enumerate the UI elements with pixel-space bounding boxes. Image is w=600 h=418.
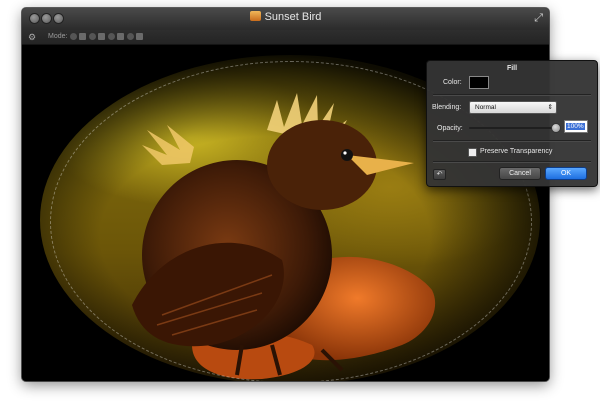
window-title: Sunset Bird	[264, 11, 322, 23]
mode-radio-2[interactable]	[89, 33, 96, 40]
fill-dialog: Fill Color: Blending: Normal ⇕ Opacity: …	[426, 60, 598, 187]
chevron-updown-icon: ⇕	[547, 104, 553, 111]
mode-label: Mode:	[48, 33, 68, 40]
opacity-slider[interactable]	[469, 127, 557, 129]
gear-icon[interactable]: ⚙	[28, 32, 36, 43]
cancel-button[interactable]: Cancel	[499, 167, 541, 180]
opacity-slider-knob[interactable]	[551, 123, 561, 133]
opacity-value: 100%	[566, 123, 585, 130]
blending-select[interactable]: Normal ⇕	[469, 101, 557, 114]
blending-value: Normal	[475, 104, 496, 111]
mode-radio-4[interactable]	[127, 33, 134, 40]
ok-button[interactable]: OK	[545, 167, 587, 180]
divider	[433, 94, 591, 96]
divider	[433, 161, 591, 163]
fullscreen-icon[interactable]: ⤢	[534, 12, 543, 25]
dialog-title: Fill	[506, 65, 518, 72]
blending-label: Blending:	[432, 104, 462, 111]
mode-intersect-icon[interactable]	[136, 33, 143, 40]
divider	[433, 140, 591, 142]
mode-subtract-icon[interactable]	[117, 33, 124, 40]
reset-icon[interactable]: ↶	[433, 169, 446, 180]
mode-rect-icon[interactable]	[79, 33, 86, 40]
title-bar[interactable]: Sunset Bird ⤢	[22, 8, 549, 31]
preserve-transparency-checkbox[interactable]	[468, 148, 477, 157]
document-icon	[249, 11, 261, 21]
opacity-label: Opacity:	[437, 125, 463, 132]
toolbar: ⚙ Mode:	[22, 30, 549, 45]
color-well[interactable]	[469, 76, 489, 89]
color-label: Color:	[443, 79, 462, 86]
preserve-transparency-label: Preserve Transparency	[480, 148, 553, 155]
opacity-input[interactable]: 100%	[564, 120, 588, 133]
mode-radio-3[interactable]	[108, 33, 115, 40]
mode-radio-1[interactable]	[70, 33, 77, 40]
mode-add-icon[interactable]	[98, 33, 105, 40]
window-title-area: Sunset Bird	[22, 11, 549, 23]
